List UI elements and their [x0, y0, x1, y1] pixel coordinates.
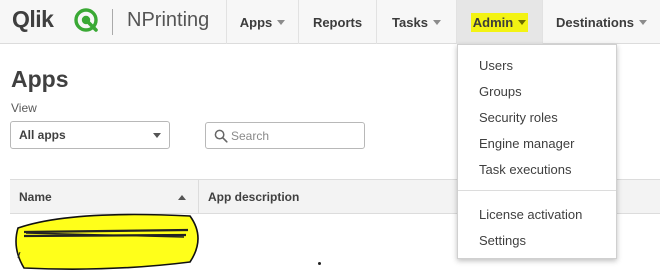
caret-down-icon — [639, 20, 647, 25]
qlik-q-logo-icon — [74, 8, 98, 32]
column-header-name-label: Name — [19, 189, 52, 204]
caret-down-icon — [277, 20, 286, 25]
chevron-down-icon — [153, 133, 161, 138]
admin-dropdown-menu: Users Groups Security roles Engine manag… — [457, 44, 617, 259]
search-icon — [214, 129, 228, 143]
admin-highlight: Admin — [470, 12, 529, 32]
view-select[interactable]: All apps — [10, 121, 170, 149]
nav-admin[interactable]: Admin — [456, 0, 542, 44]
stray-dot — [318, 262, 321, 265]
nav-apps[interactable]: Apps — [226, 0, 298, 44]
top-navbar: Qlik NPrinting Apps Reports Tasks Admin … — [0, 0, 660, 44]
menu-item-security-roles[interactable]: Security roles — [458, 105, 616, 129]
nav-reports-label: Reports — [312, 14, 363, 30]
nav-tasks[interactable]: Tasks — [376, 0, 456, 44]
menu-item-settings[interactable]: Settings — [458, 228, 616, 252]
column-header-description-label: App description — [208, 189, 300, 204]
nav-destinations-label: Destinations — [555, 14, 634, 30]
caret-down-icon — [432, 20, 441, 25]
brand-divider — [112, 9, 113, 35]
nav-reports[interactable]: Reports — [298, 0, 376, 44]
nav-apps-label: Apps — [239, 14, 273, 30]
menu-item-groups[interactable]: Groups — [458, 79, 616, 103]
nav-destinations[interactable]: Destinations — [542, 0, 660, 44]
search-input[interactable] — [231, 127, 361, 145]
brand[interactable]: Qlik NPrinting — [0, 0, 226, 44]
menu-item-users[interactable]: Users — [458, 53, 616, 77]
menu-item-license-activation[interactable]: License activation — [458, 202, 616, 226]
nav-tasks-label: Tasks — [392, 14, 428, 30]
view-select-value: All apps — [19, 128, 66, 142]
search-box[interactable] — [205, 122, 365, 149]
sort-ascending-icon — [178, 195, 186, 200]
view-label: View — [11, 101, 37, 115]
menu-item-engine-manager[interactable]: Engine manager — [458, 131, 616, 155]
menu-item-task-executions[interactable]: Task executions — [458, 157, 616, 181]
product-name: NPrinting — [127, 9, 210, 31]
column-header-app-description[interactable]: App description — [200, 180, 500, 213]
caret-down-icon — [518, 20, 527, 25]
qlik-logo-text: Qlik — [12, 6, 54, 32]
page-title: Apps — [11, 66, 69, 92]
redaction-markup — [15, 213, 199, 270]
menu-separator — [458, 190, 616, 191]
nav-admin-label: Admin — [472, 14, 514, 30]
